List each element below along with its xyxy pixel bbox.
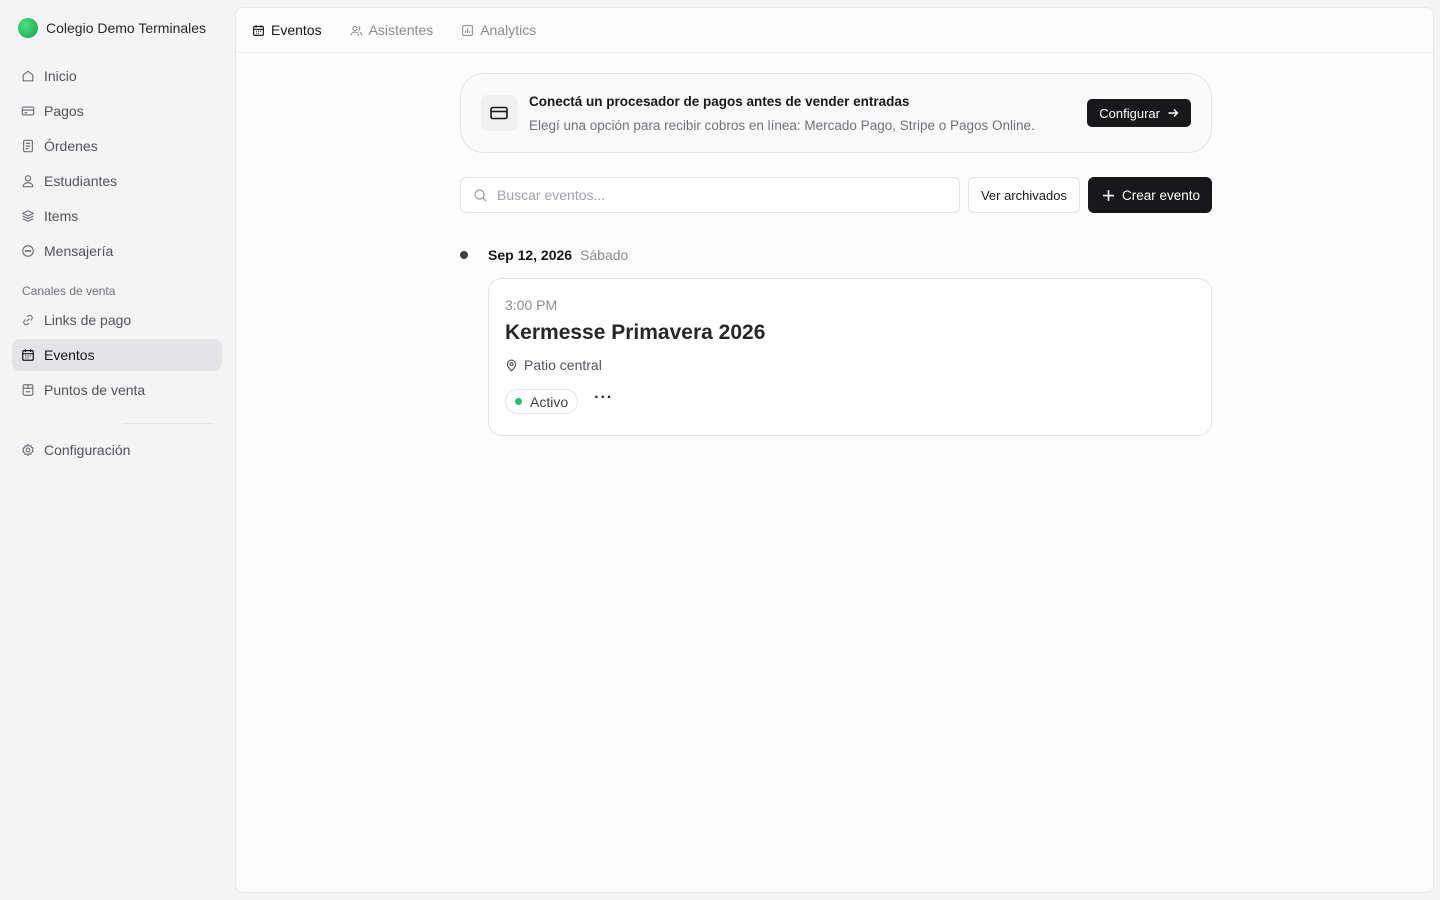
status-badge: Activo xyxy=(505,389,579,414)
sidebar-item-eventos[interactable]: Eventos xyxy=(12,339,222,371)
sidebar-item-inicio[interactable]: Inicio xyxy=(12,60,222,92)
bar-chart-icon xyxy=(462,24,474,36)
timeline-dot xyxy=(460,251,468,259)
chat-icon xyxy=(21,244,35,258)
sidebar-item-label: Mensajería xyxy=(44,243,114,259)
arrow-right-icon xyxy=(1168,109,1179,117)
search-input[interactable] xyxy=(497,187,897,203)
org-logo xyxy=(18,18,38,38)
calendar-icon xyxy=(21,348,35,362)
org-switcher[interactable]: Colegio Demo Terminales xyxy=(12,0,222,56)
event-location: Patio central xyxy=(505,357,1195,373)
sidebar-item-puntos-de-venta[interactable]: Puntos de venta xyxy=(12,374,222,406)
layers-icon xyxy=(21,209,35,223)
event-time: 3:00 PM xyxy=(505,297,558,313)
sidebar-item-mensajeria[interactable]: Mensajería xyxy=(12,235,222,267)
sidebar-item-estudiantes[interactable]: Estudiantes xyxy=(12,165,222,197)
configure-button-label: Configurar xyxy=(1099,105,1160,121)
tab-asistentes[interactable]: Asistentes xyxy=(350,22,434,38)
store-icon xyxy=(21,383,35,397)
tab-label: Asistentes xyxy=(368,22,434,38)
users-icon xyxy=(350,25,362,35)
tab-bar: Eventos Asistentes Analytics xyxy=(236,8,1433,53)
sidebar-item-items[interactable]: Items xyxy=(12,200,222,232)
user-icon xyxy=(21,174,35,188)
sidebar-item-ordenes[interactable]: Órdenes xyxy=(12,130,222,162)
map-pin-icon xyxy=(506,358,517,372)
gear-icon xyxy=(21,443,35,457)
credit-card-icon xyxy=(481,95,517,131)
event-date: Sep 12, 2026 xyxy=(488,247,573,263)
create-event-button[interactable]: Crear evento xyxy=(1087,177,1212,213)
sidebar-item-label: Items xyxy=(44,208,79,224)
plus-icon xyxy=(1103,189,1114,201)
sidebar-nav: Inicio Pagos Órdenes Estudiantes Items M… xyxy=(12,60,222,466)
search-box xyxy=(460,177,960,213)
events-content: Conectá un procesador de pagos antes de … xyxy=(460,73,1212,436)
banner-title: Conectá un procesador de pagos antes de … xyxy=(529,93,910,109)
link-icon xyxy=(21,313,35,327)
tab-eventos[interactable]: Eventos xyxy=(252,22,322,38)
event-location-label: Patio central xyxy=(524,357,602,373)
sidebar-divider xyxy=(122,423,214,424)
receipt-icon xyxy=(21,139,35,153)
banner-subtitle: Elegí una opción para recibir cobros en … xyxy=(529,117,1035,133)
sidebar-item-configuracion[interactable]: Configuración xyxy=(12,434,222,466)
org-name: Colegio Demo Terminales xyxy=(46,20,207,36)
sidebar-item-label: Configuración xyxy=(44,442,131,458)
credit-card-icon xyxy=(21,104,35,118)
app-root: Colegio Demo Terminales Inicio Pagos Órd… xyxy=(0,0,1440,900)
tab-label: Analytics xyxy=(480,22,537,38)
sidebar-item-label: Eventos xyxy=(44,347,95,363)
event-title: Kermesse Primavera 2026 xyxy=(505,321,766,344)
banner-text: Conectá un procesador de pagos antes de … xyxy=(529,94,1087,133)
sidebar-section-label: Canales de venta xyxy=(22,284,116,298)
payment-processor-banner: Conectá un procesador de pagos antes de … xyxy=(460,73,1212,153)
sidebar-item-label: Links de pago xyxy=(44,312,132,328)
main-panel: Eventos Asistentes Analytics Conectá un … xyxy=(235,7,1434,893)
sidebar-item-label: Inicio xyxy=(44,68,77,84)
search-icon xyxy=(474,188,487,202)
sidebar-item-label: Órdenes xyxy=(44,138,98,154)
calendar-icon xyxy=(253,24,264,36)
sidebar: Colegio Demo Terminales Inicio Pagos Órd… xyxy=(0,0,234,900)
configure-button[interactable]: Configurar xyxy=(1087,99,1191,127)
status-label: Activo xyxy=(530,393,569,410)
home-icon xyxy=(21,69,35,83)
event-date-header: Sep 12, 2026 Sábado xyxy=(460,247,1212,263)
sidebar-item-links-de-pago[interactable]: Links de pago xyxy=(12,304,222,336)
sidebar-item-label: Pagos xyxy=(44,103,84,119)
create-event-label: Crear evento xyxy=(1121,187,1200,203)
view-archived-button[interactable]: Ver archivados xyxy=(967,177,1080,213)
tab-label: Eventos xyxy=(271,22,322,38)
events-toolbar: Ver archivados Crear evento xyxy=(460,177,1212,213)
event-actions: Activo ··· xyxy=(505,389,1195,414)
sidebar-item-pagos[interactable]: Pagos xyxy=(12,95,222,127)
more-options-icon[interactable]: ··· xyxy=(594,389,613,411)
event-card[interactable]: 3:00 PM Kermesse Primavera 2026 Patio ce… xyxy=(488,278,1212,436)
status-dot xyxy=(515,398,522,405)
sidebar-item-label: Estudiantes xyxy=(44,173,118,189)
tab-analytics[interactable]: Analytics xyxy=(461,22,536,38)
event-weekday: Sábado xyxy=(580,247,629,263)
sidebar-item-label: Puntos de venta xyxy=(44,382,146,398)
